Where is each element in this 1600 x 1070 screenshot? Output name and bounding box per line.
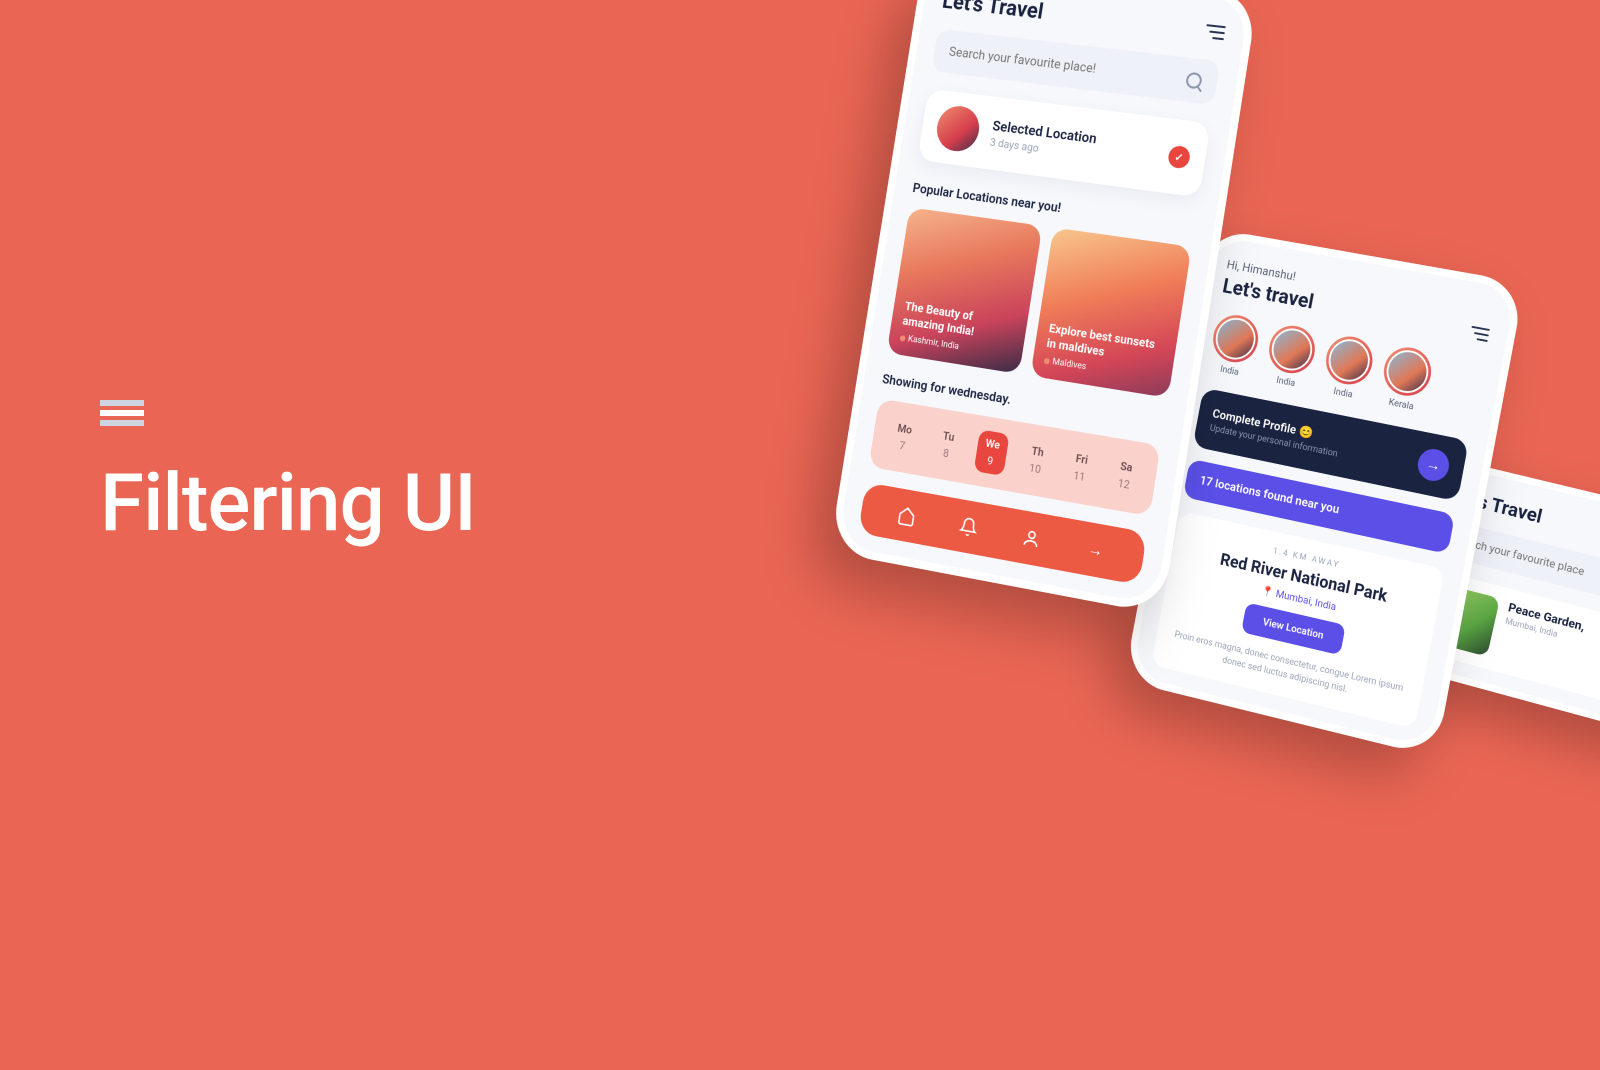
day-mo[interactable]: Mo7 <box>886 415 921 461</box>
hero-heading: Filtering UI <box>100 456 476 550</box>
menu-icon[interactable] <box>1469 325 1490 341</box>
day-sa[interactable]: Sa12 <box>1108 452 1142 499</box>
app-title: Let's Travel <box>941 0 1045 25</box>
day-th[interactable]: Th10 <box>1020 437 1053 483</box>
story-item[interactable]: India <box>1319 333 1376 403</box>
story-item[interactable]: India <box>1207 311 1262 380</box>
arrow-right-icon[interactable]: → <box>1084 538 1106 562</box>
user-icon[interactable] <box>1021 527 1043 550</box>
search-icon <box>1185 72 1203 90</box>
check-icon: ✓ <box>1167 145 1191 170</box>
story-item[interactable]: Kerala <box>1377 344 1435 415</box>
filter-icon <box>100 400 476 426</box>
day-tu[interactable]: Tu8 <box>931 422 963 468</box>
phone-mockups: Let's Travel Selected Location 3 days ag… <box>820 0 1600 1070</box>
home-icon[interactable] <box>896 504 917 527</box>
day-fri[interactable]: Fri11 <box>1064 445 1098 492</box>
day-we[interactable]: We9 <box>974 429 1009 476</box>
popular-card-1[interactable]: The Beauty of amazing India! Kashmir, In… <box>887 207 1043 374</box>
bell-icon[interactable] <box>958 515 979 538</box>
menu-icon[interactable] <box>1205 24 1226 40</box>
search-input[interactable] <box>948 44 1164 84</box>
story-item[interactable]: India <box>1262 322 1318 392</box>
arrow-right-icon[interactable]: → <box>1415 446 1451 483</box>
selected-location-card[interactable]: Selected Location 3 days ago ✓ <box>917 88 1210 197</box>
location-thumbnail <box>934 104 983 154</box>
popular-card-2[interactable]: Explore best sunsets in maldives Maldive… <box>1030 227 1191 397</box>
hero-title: Filtering UI <box>100 400 476 550</box>
